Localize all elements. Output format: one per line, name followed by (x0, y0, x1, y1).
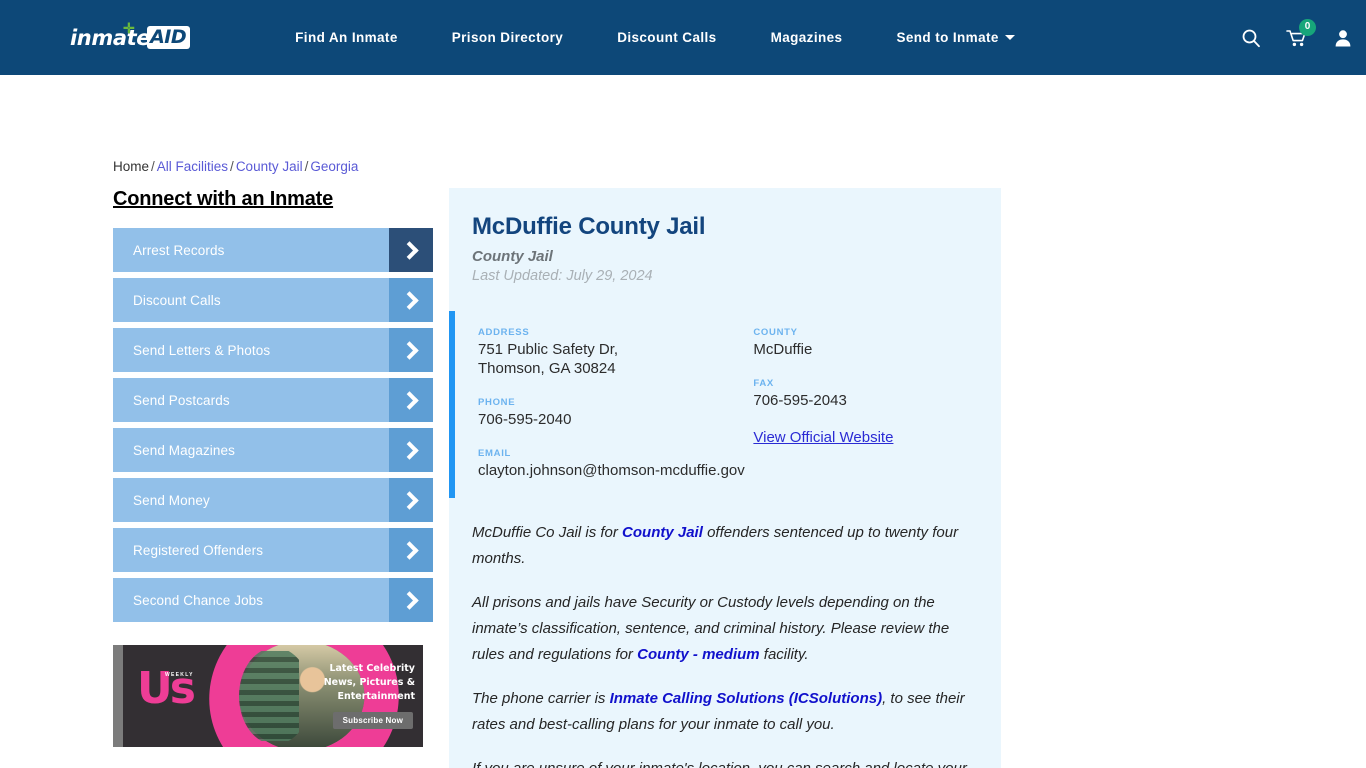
sidebar: Connect with an Inmate Arrest Records Di… (113, 188, 433, 628)
email-value: clayton.johnson@thomson-mcduffie.gov (478, 462, 745, 479)
sidebar-item-registered-offenders[interactable]: Registered Offenders (113, 528, 433, 572)
breadcrumb-separator: / (230, 159, 234, 174)
description-paragraph-3: The phone carrier is Inmate Calling Solu… (472, 686, 977, 738)
chevron-right-icon (389, 278, 433, 322)
chevron-right-icon (389, 528, 433, 572)
nav-item-prison-directory[interactable]: Prison Directory (425, 30, 590, 45)
logo-text-aid: AID (147, 26, 191, 49)
ad-brand-sublabel: WEEKLY (165, 672, 194, 678)
facility-last-updated: Last Updated: July 29, 2024 (472, 268, 653, 284)
county-value: McDuffie (753, 341, 813, 358)
nav-item-discount-calls[interactable]: Discount Calls (590, 30, 743, 45)
sidebar-item-send-letters-photos[interactable]: Send Letters & Photos (113, 328, 433, 372)
sidebar-item-discount-calls[interactable]: Discount Calls (113, 278, 433, 322)
p3-text-before: The phone carrier is (472, 690, 610, 707)
sidebar-item-label: Registered Offenders (133, 542, 264, 558)
breadcrumb: Home / All Facilities / County Jail / Georgia (113, 159, 358, 174)
breadcrumb-separator: / (151, 159, 155, 174)
sidebar-item-label: Discount Calls (133, 292, 221, 308)
chevron-right-icon (389, 578, 433, 622)
cart-icon[interactable]: 0 (1274, 18, 1320, 58)
chevron-right-icon (389, 228, 433, 272)
search-icon[interactable] (1228, 18, 1274, 58)
page-body: Home / All Facilities / County Jail / Georgia … (0, 75, 1366, 768)
link-icsolutions[interactable]: Inmate Calling Solutions (ICSolutions) (610, 690, 883, 707)
site-logo[interactable]: inmate ✛ AID (70, 19, 191, 53)
ad-headline: Latest Celebrity News, Pictures & Entert… (323, 663, 415, 702)
main-nav: Find An Inmate Prison Directory Discount… (268, 30, 1042, 45)
nav-item-magazines[interactable]: Magazines (744, 30, 870, 45)
sidebar-item-label: Second Chance Jobs (133, 592, 264, 608)
header-icon-group: 0 (1228, 18, 1366, 58)
chevron-down-icon (1004, 35, 1015, 40)
sidebar-item-arrest-records[interactable]: Arrest Records (113, 228, 433, 272)
chevron-right-icon (389, 428, 433, 472)
nav-item-send-to-inmate[interactable]: Send to Inmate (869, 30, 1041, 45)
description-paragraph-1: McDuffie Co Jail is for County Jail offe… (472, 520, 977, 572)
sidebar-item-second-chance-jobs[interactable]: Second Chance Jobs (113, 578, 433, 622)
nav-item-find-an-inmate[interactable]: Find An Inmate (268, 30, 425, 45)
cart-count-badge: 0 (1299, 18, 1316, 36)
description-paragraph-2: All prisons and jails have Security or C… (472, 590, 977, 668)
p1-text-before: McDuffie Co Jail is for (472, 524, 623, 541)
facility-description: McDuffie Co Jail is for County Jail offe… (449, 498, 1001, 768)
fax-label: FAX (753, 378, 774, 389)
view-official-website-link[interactable]: View Official Website (753, 429, 893, 446)
sidebar-item-send-postcards[interactable]: Send Postcards (113, 378, 433, 422)
sidebar-item-send-money[interactable]: Send Money (113, 478, 433, 522)
address-line-2: Thomson, GA 30824 (478, 360, 616, 377)
ad-photo-shelf (239, 651, 299, 741)
address-line-1: 751 Public Safety Dr, (478, 341, 619, 358)
chevron-right-icon (389, 378, 433, 422)
facility-info-column-left: ADDRESS 751 Public Safety Dr, Thomson, G… (478, 327, 753, 480)
breadcrumb-item-county-jail[interactable]: County Jail (236, 159, 303, 174)
phone-label: PHONE (478, 397, 516, 408)
ad-side-strip (113, 645, 123, 747)
site-header: inmate ✛ AID Find An Inmate Prison Direc… (0, 0, 1366, 75)
breadcrumb-item-all-facilities[interactable]: All Facilities (157, 159, 228, 174)
logo-plus-icon: ✛ (123, 19, 135, 36)
facility-info-box: ADDRESS 751 Public Safety Dr, Thomson, G… (449, 311, 1001, 498)
sidebar-item-label: Send Postcards (133, 392, 230, 408)
sidebar-item-label: Send Money (133, 492, 210, 508)
advertisement-banner[interactable]: Us WEEKLY Latest Celebrity News, Picture… (113, 645, 423, 747)
p4-text-before: If you are unsure of your inmate's locat… (472, 760, 967, 768)
sidebar-item-label: Arrest Records (133, 242, 225, 258)
chevron-right-icon (389, 328, 433, 372)
breadcrumb-item-home[interactable]: Home (113, 159, 149, 174)
breadcrumb-item-georgia[interactable]: Georgia (310, 159, 358, 174)
facility-detail-panel: McDuffie County Jail County Jail Last Up… (449, 188, 1001, 768)
user-icon[interactable] (1320, 18, 1366, 58)
address-value: 751 Public Safety Dr, Thomson, GA 30824 (478, 340, 753, 378)
phone-value: 706-595-2040 (478, 411, 572, 428)
logo-text-inmate: inmate (70, 25, 151, 50)
sidebar-heading[interactable]: Connect with an Inmate (113, 188, 333, 211)
description-paragraph-4: If you are unsure of your inmate's locat… (472, 756, 977, 768)
chevron-right-icon (389, 478, 433, 522)
email-label: EMAIL (478, 448, 512, 459)
facility-type: County Jail (472, 248, 553, 265)
p2-text-after: facility. (759, 646, 809, 663)
facility-info-column-right: COUNTY McDuffie FAX 706-595-2043 View Of… (753, 327, 1001, 480)
sidebar-item-send-magazines[interactable]: Send Magazines (113, 428, 433, 472)
nav-item-send-to-inmate-label: Send to Inmate (896, 30, 999, 45)
address-label: ADDRESS (478, 327, 530, 338)
county-label: COUNTY (753, 327, 798, 338)
fax-value: 706-595-2043 (753, 392, 847, 409)
ad-subscribe-button[interactable]: Subscribe Now (332, 712, 413, 729)
page-title: McDuffie County Jail (472, 213, 706, 240)
link-county-medium[interactable]: County - medium (637, 646, 760, 663)
link-county-jail[interactable]: County Jail (622, 524, 703, 541)
sidebar-item-label: Send Letters & Photos (133, 342, 271, 358)
sidebar-item-label: Send Magazines (133, 442, 235, 458)
